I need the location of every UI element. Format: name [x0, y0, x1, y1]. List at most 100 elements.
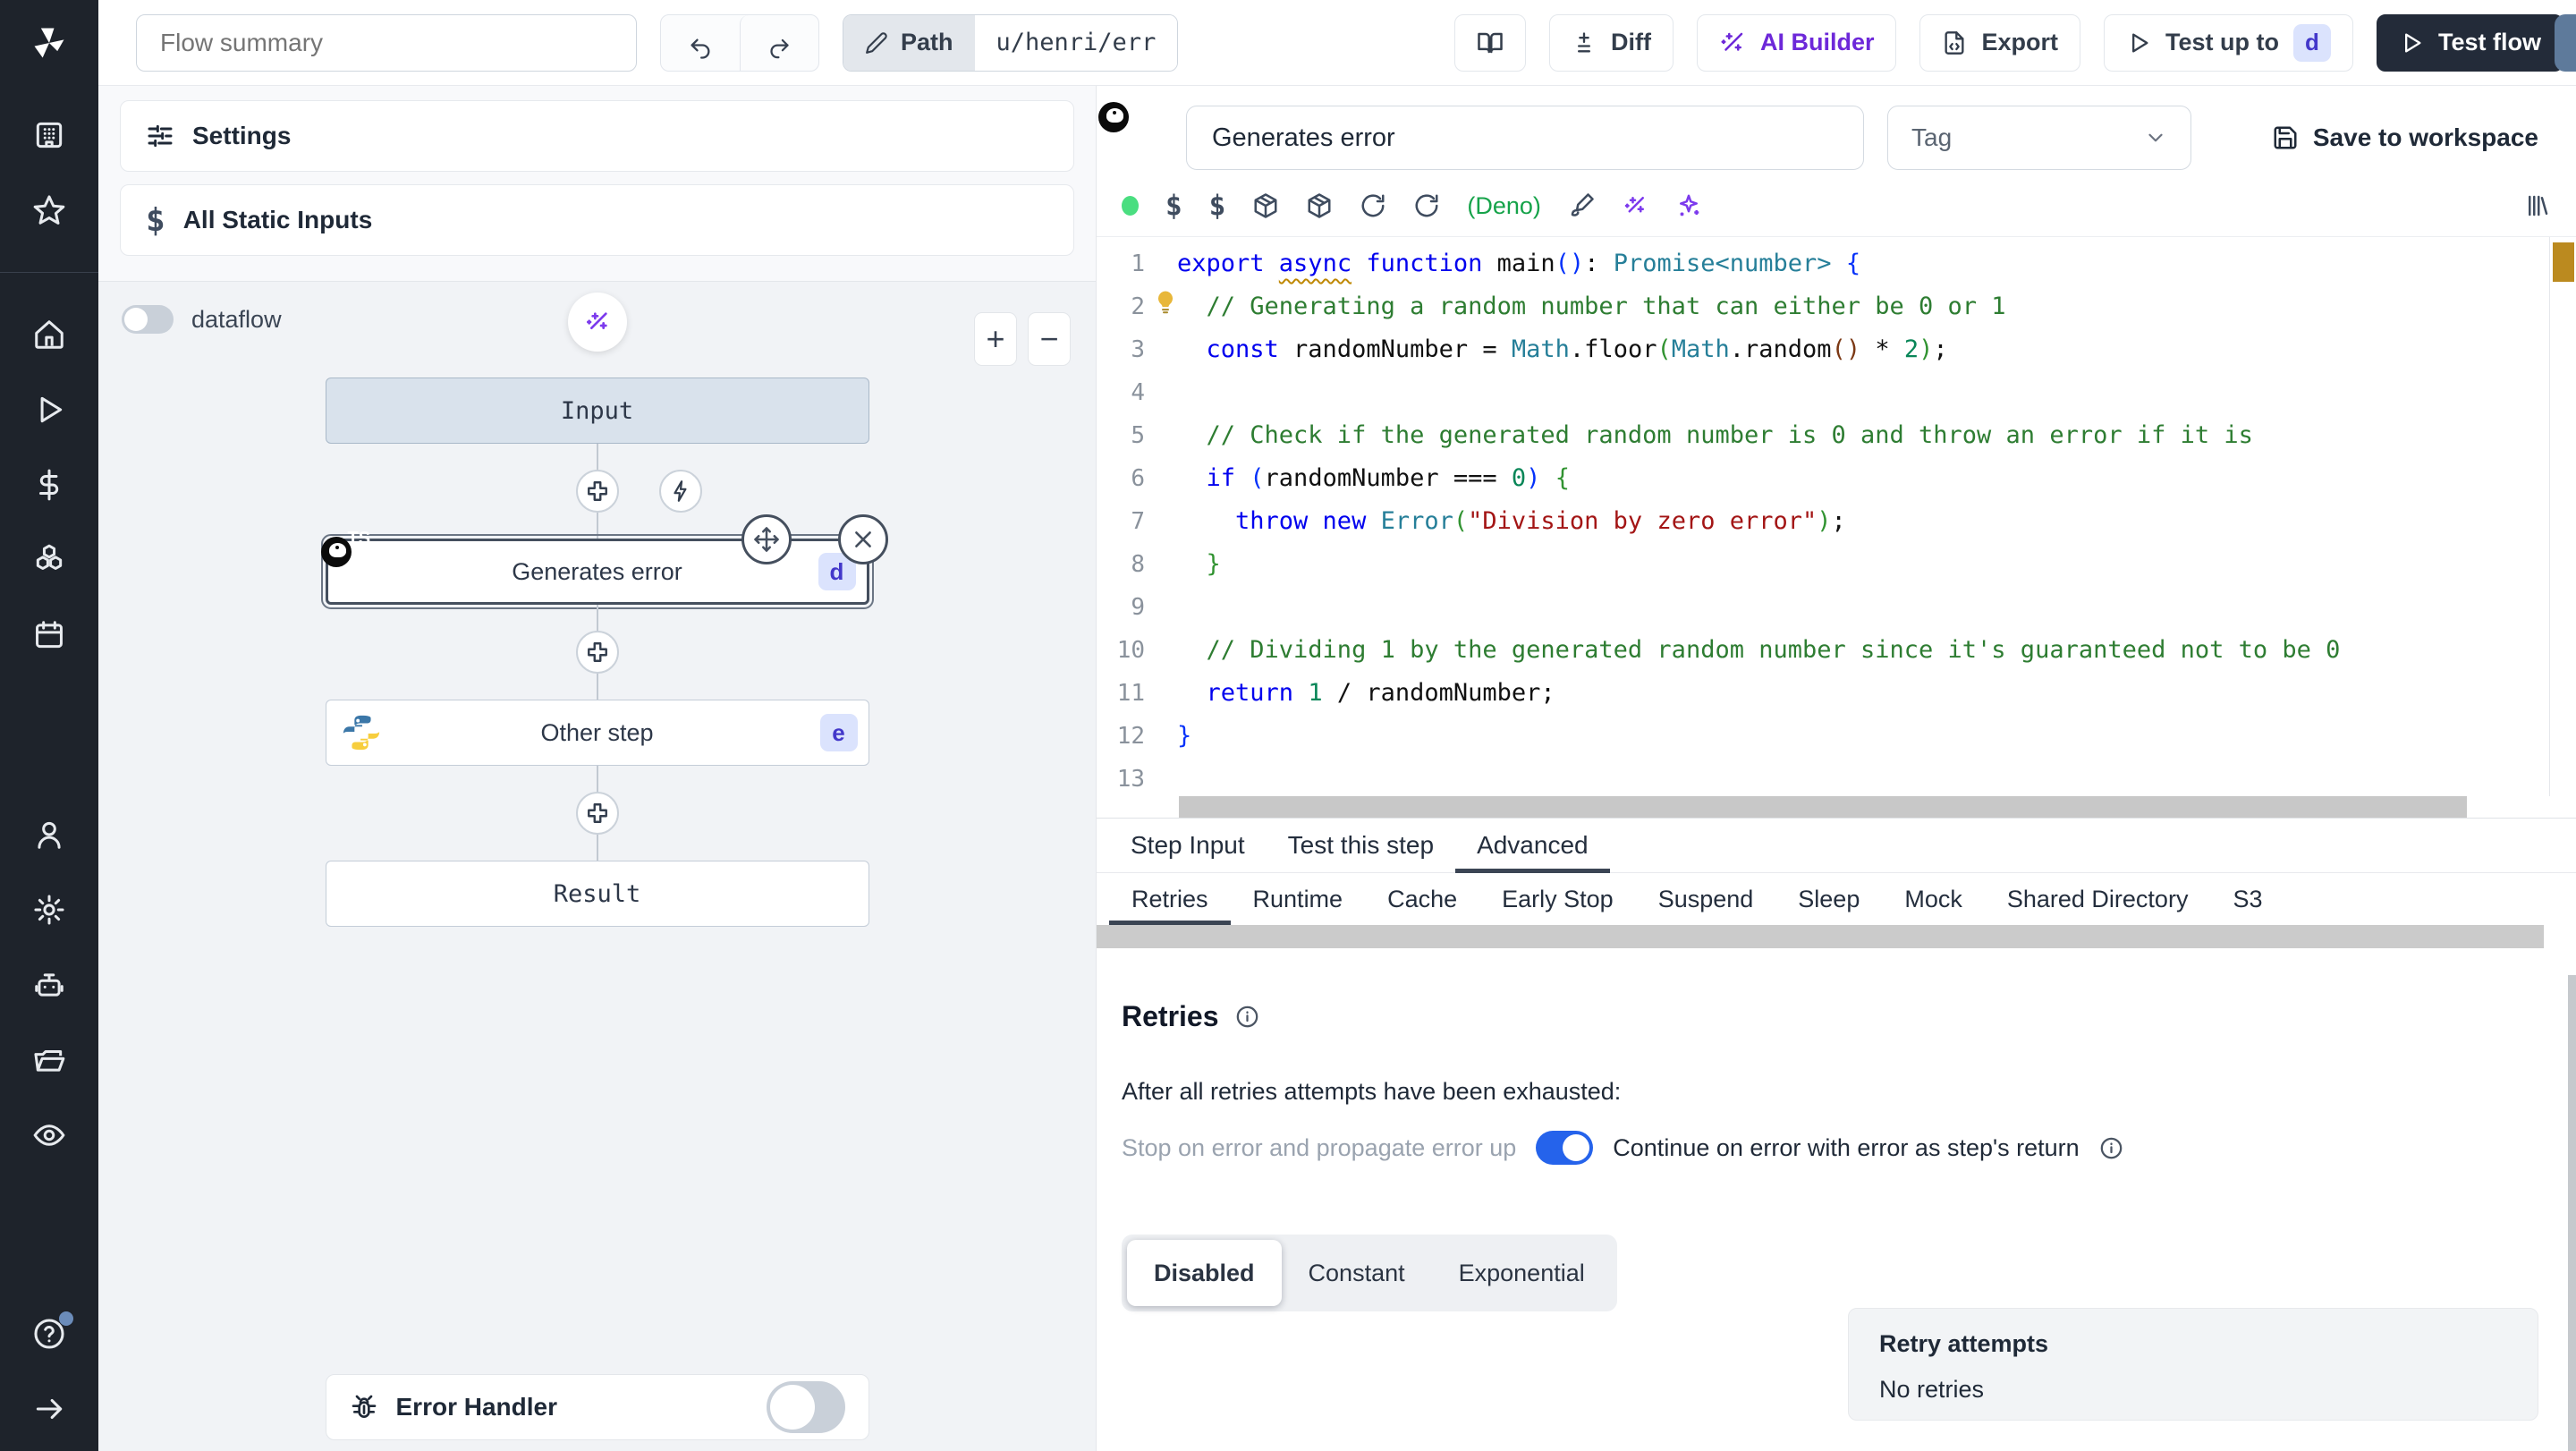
- subtab-retries[interactable]: Retries: [1109, 873, 1231, 925]
- panel-vertical-scrollbar[interactable]: [2568, 975, 2576, 1451]
- subtab-mock[interactable]: Mock: [1882, 873, 1985, 925]
- tab-advanced[interactable]: Advanced: [1455, 819, 1610, 873]
- subtab-suspend[interactable]: Suspend: [1636, 873, 1776, 925]
- trigger-button[interactable]: [658, 470, 702, 513]
- subtab-early-stop[interactable]: Early Stop: [1479, 873, 1636, 925]
- node-input[interactable]: Input: [325, 378, 869, 444]
- seg-exponential[interactable]: Exponential: [1432, 1240, 1612, 1306]
- lightbulb-icon[interactable]: [1152, 289, 1179, 316]
- code-line[interactable]: 10 // Dividing 1 by the generated random…: [1097, 629, 2549, 672]
- step-name-input[interactable]: [1186, 106, 1864, 170]
- node-input-label: Input: [560, 396, 634, 425]
- node-other-step[interactable]: Other step e: [325, 700, 869, 766]
- flow-summary-input[interactable]: [136, 13, 637, 72]
- main-area: Settings $ All Static Inputs dataflow + …: [0, 86, 2576, 1451]
- undo-button[interactable]: [661, 15, 740, 71]
- tab-test-this-step[interactable]: Test this step: [1267, 819, 1455, 872]
- diff-label: Diff: [1610, 29, 1651, 55]
- tag-select[interactable]: Tag: [1887, 106, 2191, 170]
- tab-step-input[interactable]: Step Input: [1109, 819, 1267, 872]
- dollar-icon[interactable]: [32, 468, 66, 502]
- info-icon[interactable]: [1235, 1005, 1259, 1029]
- boxes-icon[interactable]: [32, 543, 66, 577]
- user-icon[interactable]: [32, 818, 66, 852]
- code-line[interactable]: 12}: [1097, 715, 2549, 758]
- subtab-sleep[interactable]: Sleep: [1775, 873, 1882, 925]
- code-line[interactable]: 7 throw new Error("Division by zero erro…: [1097, 500, 2549, 543]
- code-line[interactable]: 6 if (randomNumber === 0) {: [1097, 457, 2549, 500]
- insert-step-button[interactable]: [575, 470, 619, 513]
- node-result[interactable]: Result: [325, 861, 869, 927]
- continue-on-error-toggle[interactable]: [1536, 1131, 1594, 1165]
- code-line[interactable]: 1 export async function main(): Promise<n…: [1097, 242, 2549, 285]
- move-step-button[interactable]: [741, 514, 792, 564]
- zoom-out-button[interactable]: −: [1028, 312, 1071, 366]
- star-icon[interactable]: [32, 193, 66, 227]
- gear-icon[interactable]: [32, 893, 66, 927]
- reload-runtime-icon[interactable]: [1413, 192, 1440, 219]
- path-value[interactable]: u/henri/err: [974, 14, 1178, 71]
- path-edit-button[interactable]: Path: [843, 14, 975, 71]
- package-icon[interactable]: [1252, 192, 1279, 219]
- docs-button[interactable]: [1453, 13, 1526, 72]
- node-id-badge: e: [819, 714, 858, 751]
- resource-picker-icon[interactable]: $: [1209, 190, 1226, 222]
- lightning-icon: [673, 480, 686, 502]
- help-icon[interactable]: [32, 1311, 73, 1351]
- calendar-icon[interactable]: [32, 618, 66, 652]
- code-line[interactable]: 5 // Check if the generated random numbe…: [1097, 414, 2549, 457]
- subtab-cache[interactable]: Cache: [1365, 873, 1479, 925]
- flow-settings-button[interactable]: Settings: [120, 100, 1074, 172]
- seg-disabled[interactable]: Disabled: [1127, 1240, 1282, 1306]
- ai-sparkles-icon[interactable]: [1675, 192, 1702, 219]
- subtab-s3[interactable]: S3: [2210, 873, 2284, 925]
- code-line[interactable]: 4: [1097, 371, 2549, 414]
- code-line[interactable]: 9: [1097, 586, 2549, 629]
- dataflow-toggle[interactable]: [122, 305, 174, 334]
- zoom-in-button[interactable]: +: [974, 312, 1017, 366]
- error-handler-toggle[interactable]: [766, 1381, 845, 1433]
- code-editor[interactable]: 1 export async function main(): Promise<n…: [1097, 236, 2576, 818]
- script-library-icon[interactable]: [2524, 192, 2551, 219]
- insert-step-button[interactable]: [575, 631, 619, 674]
- seg-constant[interactable]: Constant: [1282, 1240, 1432, 1306]
- redo-button[interactable]: [740, 14, 818, 71]
- eye-icon[interactable]: [32, 1118, 66, 1152]
- ai-builder-button[interactable]: AI Builder: [1696, 13, 1897, 72]
- save-to-workspace-button[interactable]: Save to workspace: [2272, 123, 2538, 152]
- code-line[interactable]: 8 }: [1097, 543, 2549, 586]
- subtab-shared-directory[interactable]: Shared Directory: [1985, 873, 2211, 925]
- subtab-runtime[interactable]: Runtime: [1231, 873, 1366, 925]
- node-generates-error-label: Generates error: [512, 557, 682, 585]
- home-icon[interactable]: [32, 318, 66, 352]
- ai-flow-builder-button[interactable]: [567, 293, 627, 352]
- edge-cutoff-button[interactable]: [2555, 14, 2576, 72]
- all-static-inputs-button[interactable]: $ All Static Inputs: [120, 184, 1074, 256]
- info-icon[interactable]: [2099, 1136, 2123, 1160]
- folder-icon[interactable]: [32, 1043, 66, 1077]
- arrow-right-icon[interactable]: [32, 1392, 66, 1426]
- code-line[interactable]: 2 // Generating a random number that can…: [1097, 285, 2549, 328]
- diff-button[interactable]: Diff: [1548, 13, 1674, 72]
- export-button[interactable]: Export: [1919, 13, 2080, 72]
- code-line[interactable]: 3 const randomNumber = Math.floor(Math.r…: [1097, 328, 2549, 371]
- editor-horizontal-scrollbar[interactable]: [1179, 796, 2467, 818]
- ai-edit-wand-icon[interactable]: [1622, 192, 1648, 219]
- windmill-logo[interactable]: [0, 0, 98, 86]
- pencil-icon: [866, 31, 887, 54]
- bot-icon[interactable]: [32, 968, 66, 1002]
- test-flow-button[interactable]: Test flow: [2376, 13, 2563, 72]
- code-line[interactable]: 11 return 1 / randomNumber;: [1097, 672, 2549, 715]
- format-brush-icon[interactable]: [1568, 192, 1595, 219]
- reset-icon[interactable]: [1360, 192, 1386, 219]
- building-icon[interactable]: [32, 118, 66, 152]
- package-icon[interactable]: [1306, 192, 1333, 219]
- code-line[interactable]: 13: [1097, 758, 2549, 801]
- node-generates-error[interactable]: TS Generates error d: [320, 514, 888, 609]
- subtabs-scrollbar[interactable]: [1097, 925, 2544, 948]
- play-icon[interactable]: [32, 393, 66, 427]
- insert-step-button[interactable]: [575, 792, 619, 835]
- test-up-to-button[interactable]: Test up to d: [2104, 13, 2353, 72]
- variable-picker-icon[interactable]: $: [1165, 190, 1182, 222]
- delete-step-button[interactable]: [837, 514, 888, 564]
